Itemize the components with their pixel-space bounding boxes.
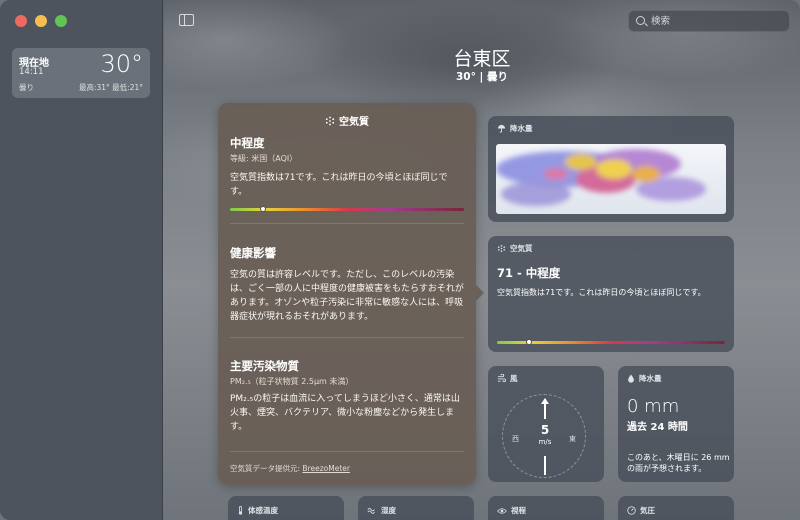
- data-source-label: 空気質データ提供元:: [230, 464, 303, 473]
- section-divider: [230, 223, 464, 224]
- humidity-icon: [367, 508, 375, 514]
- precip-card[interactable]: 降水量 0 mm 過去 24 時間 このあと、木曜日に 26 mmの雨が予想され…: [618, 366, 734, 482]
- wind-direction-tail-icon: [544, 456, 546, 475]
- wind-card[interactable]: 風 5 m/s 西 東: [488, 366, 604, 482]
- health-section: 健康影響 空気の質は許容レベルです。ただし、このレベルの汚染は、ごく一部の人に中…: [230, 245, 464, 324]
- search-icon: [636, 16, 645, 25]
- city-name: 台東区: [453, 48, 511, 70]
- aqi-card[interactable]: 空気質 71 - 中程度 空気質指数は71です。これは昨日の今頃とほぼ同じです。: [488, 236, 734, 352]
- aqi-description: 空気質指数は71です。これは昨日の今頃とほぼ同じです。: [497, 288, 706, 297]
- visibility-label: 視程: [497, 505, 526, 516]
- wind-card-label-text: 風: [510, 374, 518, 383]
- breezometer-link[interactable]: BreezoMeter: [302, 464, 350, 473]
- location-high-low: 最高:31° 最低:21°: [78, 83, 143, 92]
- sidebar-toggle-icon[interactable]: [179, 14, 194, 26]
- feels-like-label: 体感温度: [237, 505, 278, 516]
- visibility-label-text: 視程: [511, 506, 526, 515]
- aqi-card-scale: [497, 339, 725, 345]
- pollutant-title: 主要汚染物質: [230, 359, 299, 373]
- humidity-card[interactable]: 湿度: [358, 496, 474, 520]
- precip-map-image: [496, 149, 706, 206]
- main-area: 台東区 30° | 曇り 降水量: [164, 0, 800, 520]
- eye-icon: [497, 507, 507, 514]
- close-button[interactable]: [15, 15, 27, 27]
- humidity-label: 湿度: [367, 505, 396, 516]
- aqi-value: 71 - 中程度: [497, 266, 561, 280]
- weather-window: 現在地 14:11 30° 曇り 最高:31° 最低:21° 台東区 30° |…: [0, 0, 800, 520]
- aqi-card-label: 空気質: [497, 243, 533, 254]
- gauge-icon: [627, 506, 636, 515]
- aqi-level-body: 空気質指数は71です。これは昨日の今頃とほぼ同じです。: [230, 173, 448, 197]
- precip-map-label-text: 降水量: [510, 124, 533, 133]
- popover-header: 空気質: [218, 113, 476, 128]
- pollutant-section: 主要汚染物質 PM₂.₅（粒子状物質 2.5μm 未満） PM₂.₅の粒子は血流…: [230, 358, 464, 434]
- zoom-button[interactable]: [55, 15, 67, 27]
- wind-direction-arrow-icon: [541, 398, 549, 419]
- aqi-level-title: 中程度: [230, 136, 265, 150]
- compass-east: 東: [569, 435, 576, 443]
- city-summary: 30° | 曇り: [455, 71, 508, 83]
- raindrop-icon: [628, 374, 634, 383]
- location-temp: 30°: [100, 50, 143, 78]
- aqi-card-label-text: 空気質: [510, 244, 533, 253]
- pressure-label: 気圧: [627, 505, 655, 516]
- humidity-label-text: 湿度: [381, 506, 396, 515]
- precip-period: 過去 24 時間: [627, 422, 688, 433]
- section-divider: [230, 337, 464, 338]
- thermometer-icon: [238, 506, 243, 515]
- visibility-card[interactable]: 視程: [488, 496, 604, 520]
- aqi-scale-label: 等級: 米国（AQI）: [230, 154, 298, 163]
- precip-value: 0 mm: [627, 396, 680, 417]
- search-input[interactable]: [651, 13, 781, 29]
- window-controls: [15, 15, 67, 27]
- popover-title: 空気質: [339, 117, 369, 128]
- sidebar: 現在地 14:11 30° 曇り 最高:31° 最低:21°: [0, 0, 163, 520]
- wind-card-label: 風: [497, 373, 518, 384]
- location-card-current[interactable]: 現在地 14:11 30° 曇り 最高:31° 最低:21°: [12, 48, 150, 98]
- aqi-level-section: 中程度 等級: 米国（AQI） 空気質指数は71です。これは昨日の今頃とほぼ同じ…: [230, 135, 464, 212]
- minimize-button[interactable]: [35, 15, 47, 27]
- air-quality-icon: [325, 116, 335, 126]
- pollutant-subtitle: PM₂.₅（粒子状物質 2.5μm 未満）: [230, 377, 354, 386]
- pressure-card[interactable]: 気圧: [618, 496, 734, 520]
- location-condition: 曇り: [19, 83, 34, 92]
- precip-card-label: 降水量: [627, 373, 662, 384]
- precip-map-label: 降水量: [497, 123, 533, 134]
- health-title: 健康影響: [230, 246, 276, 260]
- umbrella-icon: [497, 124, 506, 133]
- location-time: 14:11: [19, 67, 44, 77]
- aqi-scale-bar: [230, 206, 464, 212]
- wind-icon: [497, 374, 506, 383]
- precip-map[interactable]: [496, 144, 726, 214]
- precip-map-card[interactable]: 降水量: [488, 116, 734, 222]
- data-source: 空気質データ提供元: BreezoMeter: [230, 463, 350, 474]
- aqi-indicator: [259, 206, 266, 212]
- air-quality-icon: [497, 244, 506, 253]
- feels-like-label-text: 体感温度: [248, 506, 278, 515]
- precip-card-label-text: 降水量: [639, 374, 662, 383]
- health-body: 空気の質は許容レベルです。ただし、このレベルの汚染は、ごく一部の人に中程度の健康…: [230, 270, 464, 322]
- air-quality-popover: 空気質 中程度 等級: 米国（AQI） 空気質指数は71です。これは昨日の今頃と…: [218, 103, 484, 485]
- wind-compass: 5 m/s 西 東: [502, 394, 586, 478]
- compass-west: 西: [512, 435, 519, 443]
- pressure-label-text: 気圧: [640, 506, 655, 515]
- aqi-card-indicator: [525, 339, 532, 345]
- section-divider: [230, 451, 464, 452]
- pollutant-body: PM₂.₅の粒子は血流に入ってしまうほど小さく、通常は山火事、煙突、バクテリア、…: [230, 394, 460, 432]
- precip-forecast-note: このあと、木曜日に 26 mmの雨が予想されます。: [627, 453, 730, 473]
- search-field[interactable]: [628, 10, 790, 32]
- feels-like-card[interactable]: 体感温度: [228, 496, 344, 520]
